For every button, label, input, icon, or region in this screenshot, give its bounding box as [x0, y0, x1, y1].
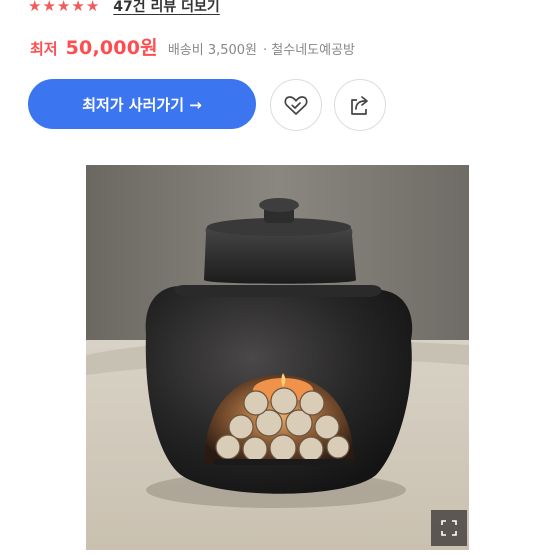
rating-row: ★ ★ ★ ★ ★ 47건 리뷰 더보기 — [28, 0, 220, 18]
review-more-link[interactable]: 47건 리뷰 더보기 — [113, 0, 220, 16]
share-button[interactable] — [334, 79, 386, 131]
star-icon: ★ — [56, 0, 71, 15]
heart-check-icon — [284, 96, 308, 115]
star-icon: ★ — [42, 0, 56, 15]
buy-button-label: 최저가 사러가기 → — [82, 95, 202, 114]
share-icon — [351, 96, 368, 115]
expand-image-button[interactable] — [431, 510, 467, 546]
price-row: 최저 50,000원 배송비 3,500원 · 철수네도예공방 — [30, 33, 355, 60]
star-icon: ★ — [85, 0, 100, 15]
seller-name[interactable]: · 철수네도예공방 — [263, 39, 355, 58]
product-photo — [86, 165, 469, 550]
buy-lowest-price-button[interactable]: 최저가 사러가기 → — [28, 79, 256, 129]
product-image[interactable] — [86, 165, 469, 550]
expand-icon — [441, 520, 457, 536]
price-label: 최저 — [30, 40, 58, 58]
wishlist-button[interactable] — [270, 79, 322, 131]
shipping-fee: 배송비 3,500원 — [167, 43, 258, 58]
price-value: 50,000원 — [65, 37, 158, 59]
star-icon: ★ — [28, 0, 42, 15]
star-rating: ★ ★ ★ ★ ★ — [28, 0, 99, 14]
star-icon: ★ — [71, 0, 85, 15]
